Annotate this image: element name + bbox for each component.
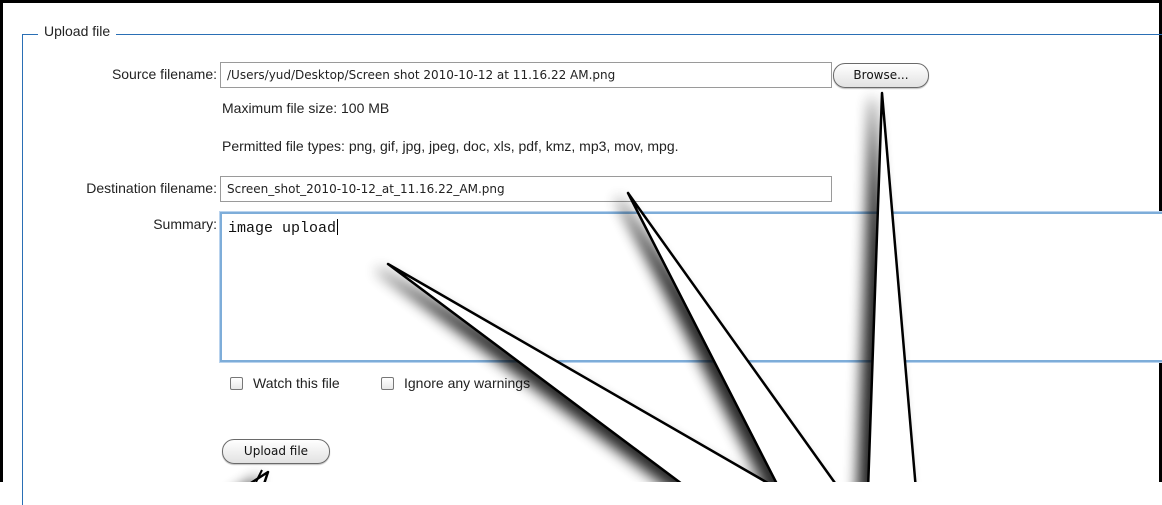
summary-textarea[interactable]: image upload <box>220 212 1162 362</box>
permitted-file-types-text: Permitted file types: png, gif, jpg, jpe… <box>222 138 679 154</box>
watch-file-checkbox[interactable] <box>230 377 243 390</box>
max-file-size-text: Maximum file size: 100 MB <box>222 100 390 116</box>
source-filename-input[interactable]: /Users/yud/Desktop/Screen shot 2010-10-1… <box>220 62 832 88</box>
summary-label: Summary: <box>153 216 217 232</box>
ignore-warnings-label[interactable]: Ignore any warnings <box>404 375 530 391</box>
text-caret <box>337 219 339 235</box>
destination-filename-input[interactable]: Screen_shot_2010-10-12_at_11.16.22_AM.pn… <box>220 176 832 202</box>
watch-file-label[interactable]: Watch this file <box>253 375 340 391</box>
browse-button[interactable]: Browse... <box>833 63 929 88</box>
summary-text: image upload <box>228 220 337 237</box>
destination-filename-label: Destination filename: <box>86 180 217 196</box>
fieldset-legend: Upload file <box>38 23 117 39</box>
source-filename-label: Source filename: <box>111 66 217 82</box>
upload-file-button[interactable]: Upload file <box>222 439 330 464</box>
ignore-warnings-checkbox[interactable] <box>381 377 394 390</box>
